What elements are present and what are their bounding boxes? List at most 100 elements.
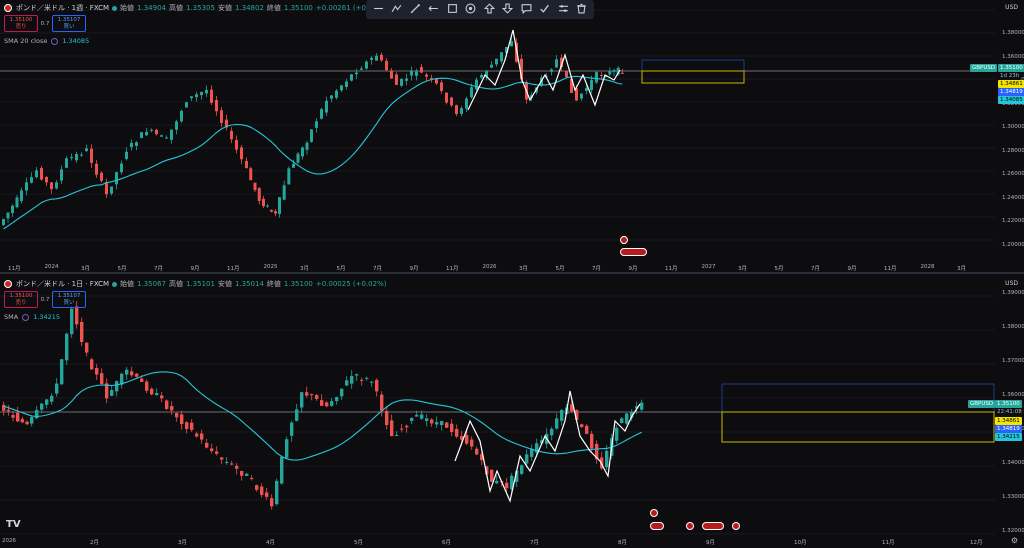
time-tick-label: 2024 <box>44 264 59 270</box>
candle <box>270 209 273 213</box>
candle <box>350 370 354 389</box>
candle <box>530 444 534 461</box>
polyline-icon[interactable] <box>390 3 403 16</box>
candle <box>105 378 109 404</box>
time-tick-label: 7月 <box>592 266 601 272</box>
candle <box>215 96 218 116</box>
candle <box>355 373 359 382</box>
candle <box>45 176 48 187</box>
candle <box>215 446 219 456</box>
arrow-up-icon[interactable] <box>483 3 496 16</box>
tradingview-logo[interactable]: TV <box>6 519 21 530</box>
economic-events-cluster-icon[interactable] <box>620 248 647 256</box>
candle <box>305 140 309 155</box>
candle <box>100 368 104 385</box>
sma-value: 1.34085 <box>62 37 90 45</box>
sliders-icon[interactable] <box>557 3 570 16</box>
ohlc-close-value: 1.35100 <box>283 280 313 288</box>
zigzag-drawing[interactable] <box>467 29 621 111</box>
price-tick-label: 1.22000 <box>1002 218 1024 224</box>
candle <box>420 64 423 73</box>
news-event-icon[interactable] <box>620 236 628 244</box>
candle <box>145 127 148 136</box>
weekly-currency-label[interactable]: USD <box>1005 4 1018 11</box>
buy-button[interactable]: 1.35107 買い <box>52 291 86 308</box>
market-open-icon <box>112 5 118 11</box>
candle <box>95 160 98 178</box>
candle <box>480 72 483 79</box>
candle <box>375 52 378 61</box>
candle <box>150 387 154 396</box>
weekly-candlestick-chart[interactable] <box>0 0 1024 274</box>
candle <box>455 424 459 439</box>
daily-symbol-title[interactable]: ポンド／米ドル · 1日 · FXCM <box>16 279 109 289</box>
arrow-down-icon[interactable] <box>501 3 514 16</box>
candle <box>410 66 413 81</box>
candle <box>296 151 300 164</box>
sell-button[interactable]: 1.35100 売り <box>4 291 38 308</box>
candle <box>262 195 265 209</box>
weekly-chart-pane[interactable]: ポンド／米ドル · 1週 · FXCM 始値 1.34904 高値 1.35305 … <box>0 0 1024 274</box>
candle <box>287 166 291 185</box>
sma-settings-icon[interactable] <box>51 37 59 45</box>
candle <box>120 160 123 175</box>
zigzag-drawing[interactable] <box>454 390 641 503</box>
time-tick-label: 3月 <box>738 266 747 272</box>
buy-label: 買い <box>63 24 75 30</box>
candle <box>195 431 199 438</box>
cursor-icon[interactable] <box>372 3 385 16</box>
candle <box>125 147 128 161</box>
brush-icon[interactable] <box>409 3 422 16</box>
candle <box>550 68 553 76</box>
daily-candlestick-chart[interactable] <box>0 276 1024 548</box>
weekly-symbol-title[interactable]: ポンド／米ドル · 1週 · FXCM <box>16 3 109 13</box>
economic-event-icon[interactable] <box>650 522 664 530</box>
sell-price: 1.35100 <box>9 17 33 23</box>
daily-currency-label[interactable]: USD <box>1005 280 1018 287</box>
candle <box>75 151 78 163</box>
economic-event-icon[interactable] <box>686 522 694 530</box>
time-tick-label: 5月 <box>354 540 363 546</box>
speech-bubble-icon[interactable] <box>520 3 533 16</box>
economic-events-cluster-icon[interactable] <box>702 522 724 530</box>
candle <box>608 67 612 77</box>
economic-event-icon[interactable] <box>732 522 740 530</box>
candle <box>235 135 238 154</box>
candle <box>345 78 348 90</box>
candle <box>410 417 414 425</box>
candle <box>370 380 374 387</box>
sma-line[interactable] <box>3 371 642 461</box>
candle <box>520 464 524 476</box>
daily-sma-legend[interactable]: SMA 1.34215 <box>4 313 60 321</box>
check-icon[interactable] <box>538 3 551 16</box>
buy-price: 1.35107 <box>57 17 81 23</box>
candle <box>305 386 309 398</box>
candle <box>35 405 39 420</box>
candle <box>50 393 54 405</box>
trash-icon[interactable] <box>575 3 588 16</box>
price-tick-label: 1.34000 <box>1002 460 1024 466</box>
candle <box>365 60 368 70</box>
settings-gear-icon[interactable]: ⚙ <box>1011 536 1018 545</box>
candle <box>440 79 443 94</box>
buy-button[interactable]: 1.35107 買い <box>52 15 86 32</box>
weekly-symbol-tag: GBPUSD <box>970 64 998 72</box>
arrow-left-icon[interactable] <box>427 3 440 16</box>
candle <box>400 78 403 88</box>
candle <box>295 403 299 422</box>
news-event-icon[interactable] <box>650 509 658 517</box>
candle <box>130 139 133 151</box>
candle <box>135 141 138 151</box>
candle <box>200 91 203 100</box>
sell-button[interactable]: 1.35100 売り <box>4 15 38 32</box>
candle <box>70 306 74 339</box>
time-tick-label: 2025 <box>263 264 278 270</box>
weekly-sma-legend[interactable]: SMA 20 close 1.34085 <box>4 37 89 45</box>
candle <box>380 52 383 62</box>
rectangle-icon[interactable] <box>446 3 459 16</box>
daily-chart-pane[interactable]: ポンド／米ドル · 1日 · FXCM 始値 1.35067 高値 1.35101 … <box>0 276 1024 548</box>
candle <box>430 74 433 83</box>
target-icon[interactable] <box>464 3 477 16</box>
time-tick-label: 9月 <box>847 266 857 272</box>
sma-settings-icon[interactable] <box>22 313 30 321</box>
